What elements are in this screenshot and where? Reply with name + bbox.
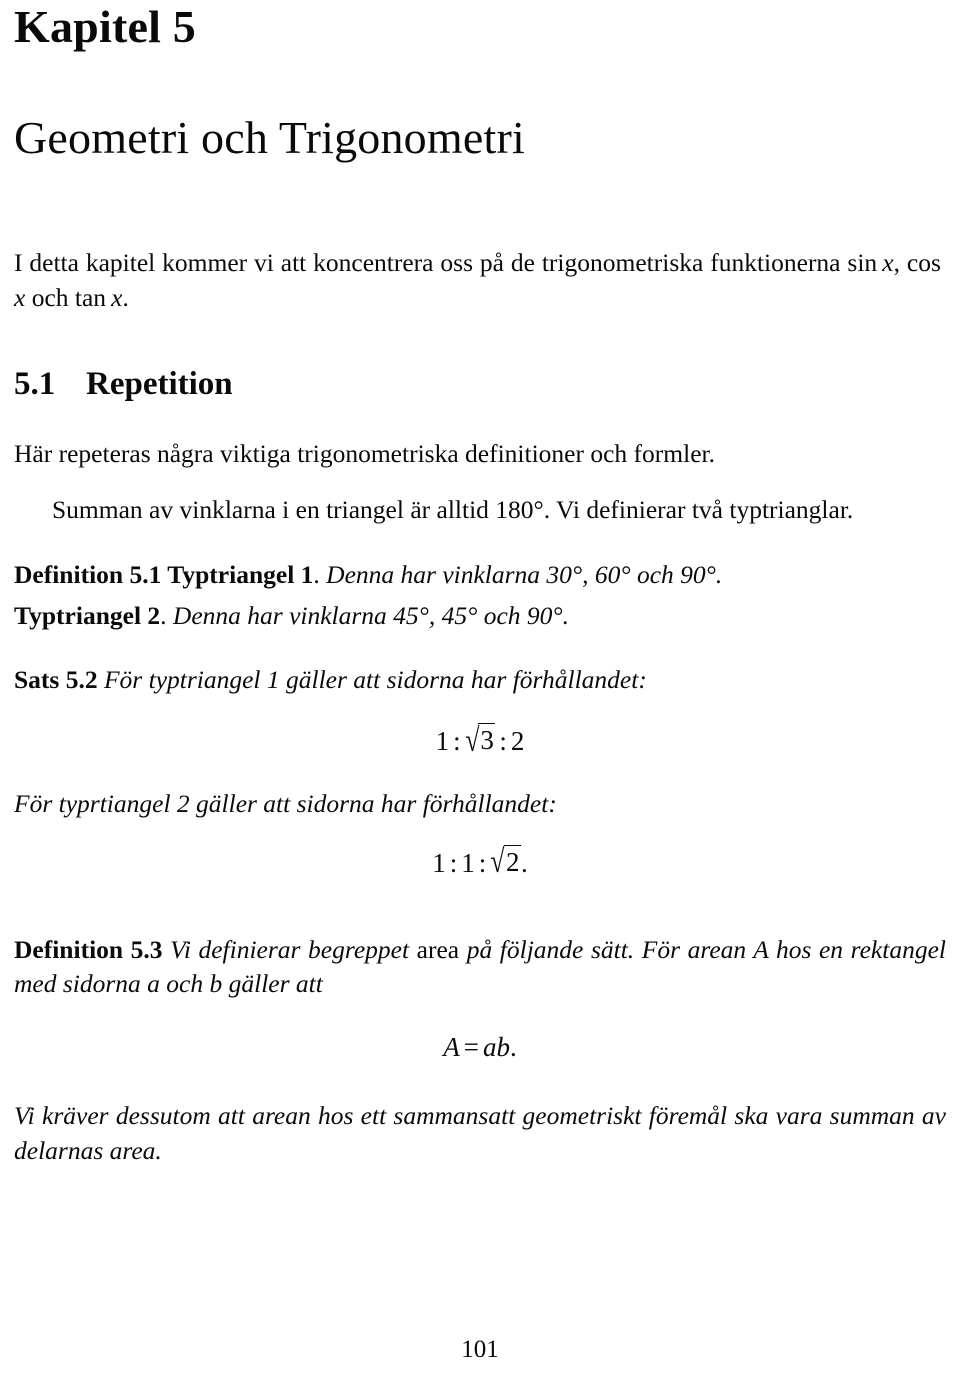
section-lead-paragraph: Här repeteras några viktiga trigonometri… <box>14 438 715 468</box>
equation-ratio-triangle-1: 1: √3:2 <box>14 698 946 759</box>
intro-paragraph: I detta kapitel kommer vi att koncentrer… <box>14 162 946 315</box>
eq2-radicand: 2 <box>504 844 522 877</box>
sats-5-2-label: Sats 5.2 <box>14 665 98 695</box>
page-content: Kapitel 5 Geometri och Trigonometri I de… <box>14 0 946 1168</box>
area-lhs: A <box>443 1032 460 1063</box>
definition-5-3-closing-paragraph: Vi kräver dessutom att arean hos ett sam… <box>14 1101 946 1165</box>
intro-period: . <box>122 282 129 312</box>
definition-5-1-second: Typtriangel 2. Denna har vinklarna 45°, … <box>14 593 946 634</box>
textbook-page: Kapitel 5 Geometri och Trigonometri I de… <box>0 0 960 1384</box>
definition-5-1: Definition 5.1 Typtriangel 1. Denna har … <box>14 528 946 593</box>
sats-5-2-second-paragraph: För typrtiangel 2 gäller att sidorna har… <box>14 789 557 818</box>
tan-operator: tan <box>74 282 107 312</box>
eq2-separator-1: : <box>449 847 458 878</box>
eq1-radicand: 3 <box>478 723 496 755</box>
radical-sign-icon: √ <box>490 843 505 880</box>
intro-comma: , <box>893 248 907 278</box>
intro-text: I detta kapitel kommer vi att koncentrer… <box>14 248 848 278</box>
radical-sign-icon: √ <box>464 721 480 759</box>
sats-5-2: Sats 5.2 För typtriangel 1 gäller att si… <box>14 633 946 698</box>
intro-conjunction: och <box>25 282 75 312</box>
eq2-first-term: 1 <box>432 847 446 878</box>
equation-area-rectangle: A = ab. <box>14 1002 946 1063</box>
typtriangel-2-body: Denna har vinklarna 45°, 45° och 90°. <box>166 600 569 630</box>
eq1-separator-2: : <box>499 726 507 756</box>
section-heading: 5.1 Repetition <box>14 316 946 403</box>
eq1-first-term: 1 <box>435 726 450 756</box>
definition-5-3-body-part-1: Vi definierar begreppet <box>162 934 417 964</box>
area-rhs: ab <box>482 1032 510 1063</box>
definition-5-1-body: Denna har vinklarna 30°, 60° och 90°. <box>319 559 723 589</box>
equation-ratio-triangle-2: 1:1: √2. <box>14 822 946 880</box>
definition-5-3: Definition 5.3 Vi definierar begreppet a… <box>14 879 946 1002</box>
chapter-number: Kapitel 5 <box>14 1 196 52</box>
sats-5-2-body: För typtriangel 1 gäller att sidorna har… <box>97 665 647 695</box>
area-equals-sign: = <box>463 1032 479 1063</box>
section-number: 5.1 <box>14 365 56 402</box>
eq1-last-term: 2 <box>510 726 525 756</box>
definition-5-3-label: Definition 5.3 <box>14 934 163 964</box>
area-term: area <box>416 934 460 964</box>
square-root-3: √3 <box>464 721 496 759</box>
cos-operator: cos <box>906 248 941 278</box>
typtriangel-2-label: Typtriangel 2 <box>14 600 161 630</box>
area-trailing-period: . <box>509 1032 517 1063</box>
chapter-title: Geometri och Trigonometri <box>14 112 525 163</box>
section-title: Repetition <box>86 365 233 402</box>
eq2-separator-2: : <box>478 847 487 878</box>
tan-argument: x <box>111 282 123 312</box>
cos-argument: x <box>14 282 26 312</box>
square-root-2: √2 <box>490 843 522 880</box>
eq1-separator-1: : <box>453 726 461 756</box>
sin-argument: x <box>882 248 894 278</box>
page-number: 101 <box>461 1336 499 1363</box>
eq2-trailing-period: . <box>521 847 528 878</box>
triangle-sum-paragraph: Summan av vinklarna i en triangel är all… <box>52 495 854 525</box>
eq2-second-term: 1 <box>461 847 475 878</box>
definition-5-1-label: Definition 5.1 Typtriangel 1 <box>14 559 314 589</box>
sin-operator: sin <box>847 248 878 278</box>
